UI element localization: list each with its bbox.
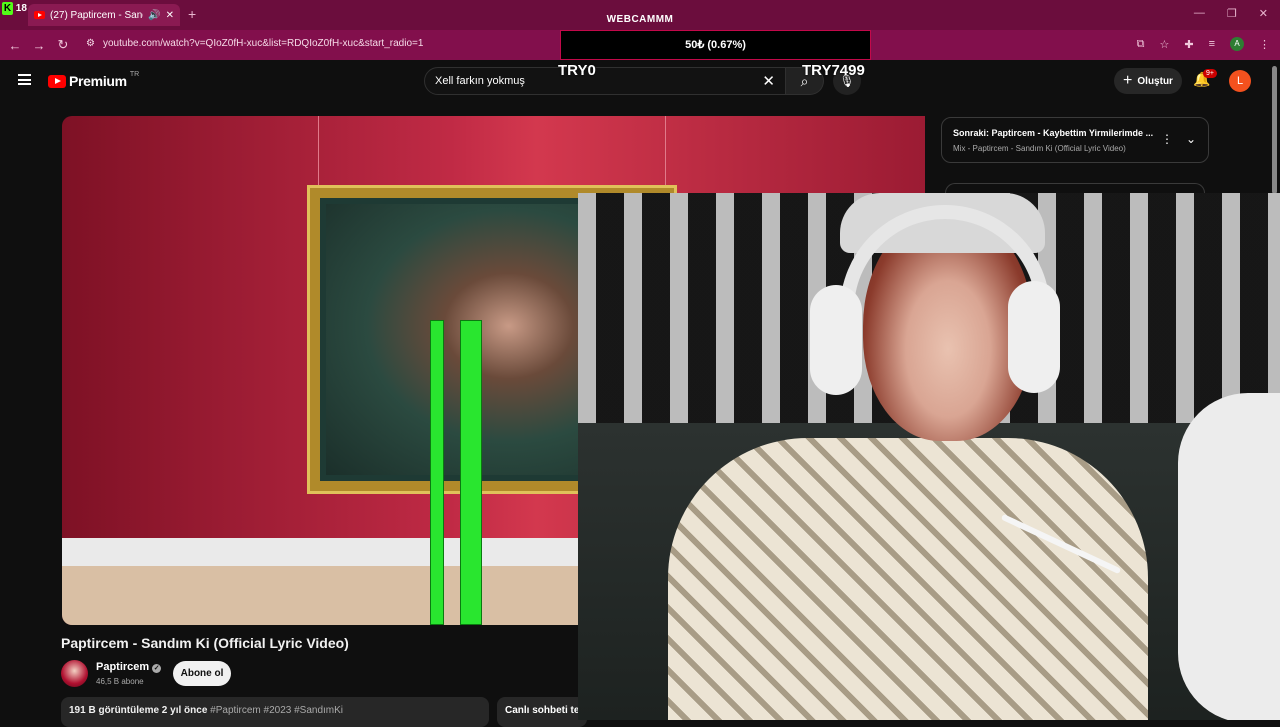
donation-goal-bar: 50₺ (0.67%) — [560, 30, 871, 60]
overlay-label-left: TRY0 — [558, 62, 596, 79]
site-info-icon[interactable]: ⚙ — [86, 38, 95, 49]
sweater — [668, 438, 1148, 720]
headphones-earcup-right — [1008, 281, 1060, 393]
browser-address-bar: ← → ↻ ⚙ youtube.com/watch?v=QIoZ0fH-xuc&l… — [0, 30, 1280, 60]
plus-icon: + — [1123, 72, 1133, 89]
video-title: Paptircem - Sandım Ki (Official Lyric Vi… — [61, 635, 349, 651]
browser-tab-bar: K 18 (27) Paptircem - Sandım Ki 🔊 ✕ + WE… — [0, 0, 1280, 30]
channel-name[interactable]: Paptircem ✓ — [96, 661, 162, 673]
green-overlay-bar — [460, 320, 482, 625]
logo-region: TR — [129, 70, 140, 78]
view-meta: 191 B görüntüleme 2 yıl önce — [69, 705, 208, 716]
minimize-icon[interactable]: — — [1194, 7, 1205, 20]
wall-cable — [318, 116, 319, 188]
stream-badge-count: 18 — [15, 3, 27, 14]
subscriber-count: 46,5 B abone — [96, 677, 144, 686]
profile-avatar[interactable]: A — [1230, 37, 1244, 51]
back-arrow-icon[interactable]: ← — [3, 38, 27, 53]
hashtags[interactable]: #Paptircem #2023 #SandımKi — [210, 705, 343, 716]
subscribe-button[interactable]: Abone ol — [173, 661, 231, 686]
wall-cable — [665, 116, 666, 188]
user-avatar[interactable]: L — [1229, 70, 1251, 92]
channel-name-text: Paptircem — [96, 661, 150, 673]
address-bar-actions: ⧉ ☆ ✚ ≡ A ⋮ — [1137, 37, 1270, 51]
restore-icon[interactable]: ❐ — [1227, 7, 1237, 20]
window-controls: — ❐ ✕ — [1194, 7, 1268, 20]
url-field[interactable]: ⚙ youtube.com/watch?v=QIoZ0fH-xuc&list=RD… — [86, 38, 423, 49]
youtube-play-icon — [48, 74, 66, 88]
bookmark-star-icon[interactable]: ☆ — [1159, 38, 1169, 51]
up-next-subtitle: Mix - Paptircem - Sandım Ki (Official Ly… — [953, 144, 1126, 153]
live-chat-replay-button[interactable]: Canlı sohbeti tekr — [497, 697, 587, 727]
more-options-icon[interactable]: ⋮ — [1161, 132, 1173, 146]
clear-search-icon[interactable]: ✕ — [762, 72, 775, 90]
reload-icon[interactable]: ↻ — [51, 37, 75, 53]
webcam-feed — [578, 193, 1280, 720]
stream-overlay-title: WEBCAMMM — [606, 14, 674, 25]
create-label: Oluştur — [1137, 75, 1173, 87]
logo-word: Premium — [69, 73, 127, 89]
url-text: youtube.com/watch?v=QIoZ0fH-xuc&list=RDQ… — [103, 38, 424, 49]
overlay-label-right: TRY7499 — [802, 62, 865, 79]
youtube-header: Premium TR Xell farkın yokmuş ✕ ⌕ 🎙 + Ol… — [0, 60, 1280, 102]
verified-check-icon: ✓ — [152, 664, 162, 673]
hamburger-menu-icon[interactable] — [18, 74, 31, 85]
forward-arrow-icon[interactable]: → — [27, 38, 51, 53]
browser-menu-icon[interactable]: ⋮ — [1259, 38, 1270, 51]
green-overlay-bar — [430, 320, 444, 625]
close-window-icon[interactable]: ✕ — [1259, 7, 1268, 20]
extensions-icon[interactable]: ✚ — [1184, 38, 1193, 51]
chevron-down-icon[interactable]: ⌄ — [1186, 132, 1196, 146]
description-box[interactable]: 191 B görüntüleme 2 yıl önce #Paptircem … — [61, 697, 489, 727]
notification-badge: 9+ — [1203, 69, 1217, 78]
up-next-title: Sonraki: Paptircem - Kaybettim Yirmileri… — [953, 128, 1153, 138]
headphones-earcup-left — [810, 285, 862, 395]
search-input[interactable]: Xell farkın yokmuş ✕ — [424, 67, 786, 95]
page-scrollbar[interactable] — [1272, 66, 1277, 194]
cast-icon[interactable]: ⧉ — [1137, 38, 1145, 51]
channel-avatar[interactable] — [61, 660, 88, 687]
youtube-logo[interactable]: Premium TR — [48, 70, 140, 89]
media-control-icon[interactable]: ≡ — [1209, 38, 1215, 50]
plush-toy — [1178, 393, 1280, 720]
create-button[interactable]: + Oluştur — [1114, 68, 1182, 94]
up-next-card[interactable]: Sonraki: Paptircem - Kaybettim Yirmileri… — [941, 117, 1209, 163]
search-query: Xell farkın yokmuş — [435, 75, 525, 87]
